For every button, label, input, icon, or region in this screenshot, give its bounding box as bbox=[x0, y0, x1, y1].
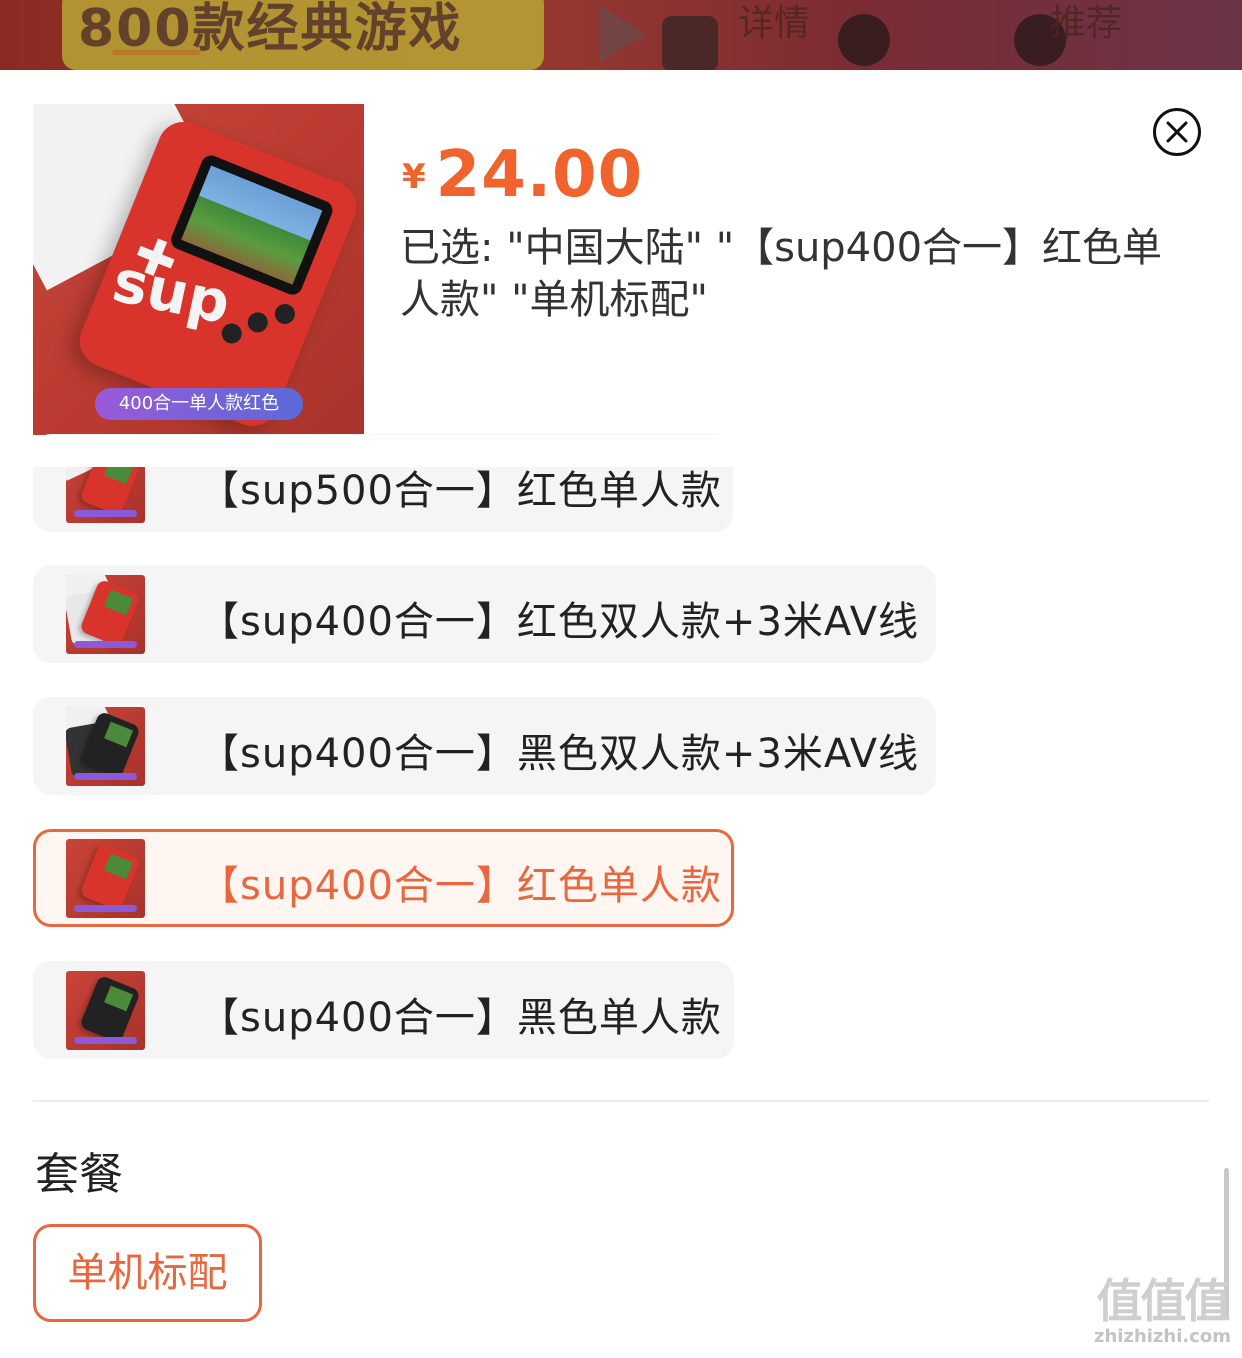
background-tab-details: 详情 bbox=[738, 3, 811, 44]
product-image[interactable]: ✚ sup 400合一单人款红色 bbox=[33, 104, 364, 435]
watermark-url: zhizhizhi.com bbox=[1093, 1326, 1231, 1347]
list-clip bbox=[0, 435, 1242, 467]
variant-thumbnail bbox=[66, 707, 145, 786]
variant-option-selected[interactable]: 【sup400合一】红色单人款 bbox=[33, 829, 734, 927]
watermark-logo: 值值值 bbox=[1096, 1274, 1231, 1328]
selected-summary: 已选: "中国大陆" "【sup400合一】红色单人款" "单机标配" bbox=[400, 225, 1163, 323]
product-image-caption: 400合一单人款红色 bbox=[95, 388, 303, 420]
variant-thumbnail bbox=[66, 839, 145, 918]
package-section-title: 套餐 bbox=[35, 1149, 123, 1200]
close-icon bbox=[1166, 121, 1188, 143]
watermark: 值值值 zhizhizhi.com bbox=[1090, 1276, 1235, 1348]
background-tab-underline bbox=[112, 50, 200, 55]
variant-option[interactable]: 【sup400合一】黑色双人款+3米AV线 bbox=[33, 697, 936, 795]
play-icon bbox=[600, 6, 646, 62]
package-option-selected[interactable]: 单机标配 bbox=[33, 1224, 262, 1322]
background-knob bbox=[838, 14, 890, 66]
section-divider bbox=[33, 1100, 1209, 1102]
price-currency: ¥ bbox=[402, 157, 426, 197]
price-amount: 24.00 bbox=[435, 138, 644, 212]
variant-option[interactable]: 【sup400合一】黑色单人款 bbox=[33, 961, 734, 1059]
variant-label: 【sup400合一】红色单人款 bbox=[199, 863, 722, 909]
variant-label: 【sup400合一】红色双人款+3米AV线 bbox=[199, 599, 920, 645]
variant-thumbnail bbox=[66, 971, 145, 1050]
background-square bbox=[662, 16, 718, 70]
variant-option[interactable]: 【sup400合一】红色双人款+3米AV线 bbox=[33, 565, 936, 663]
price: ¥24.00 bbox=[402, 138, 643, 212]
background-tab-recommend: 推荐 bbox=[1050, 3, 1123, 44]
close-button[interactable] bbox=[1153, 108, 1201, 156]
variant-thumbnail bbox=[66, 575, 145, 654]
variant-label: 【sup400合一】黑色双人款+3米AV线 bbox=[199, 731, 920, 777]
background-page-strip: 800款经典游戏 详情 推荐 bbox=[0, 0, 1242, 70]
variant-label: 【sup400合一】黑色单人款 bbox=[199, 995, 722, 1041]
